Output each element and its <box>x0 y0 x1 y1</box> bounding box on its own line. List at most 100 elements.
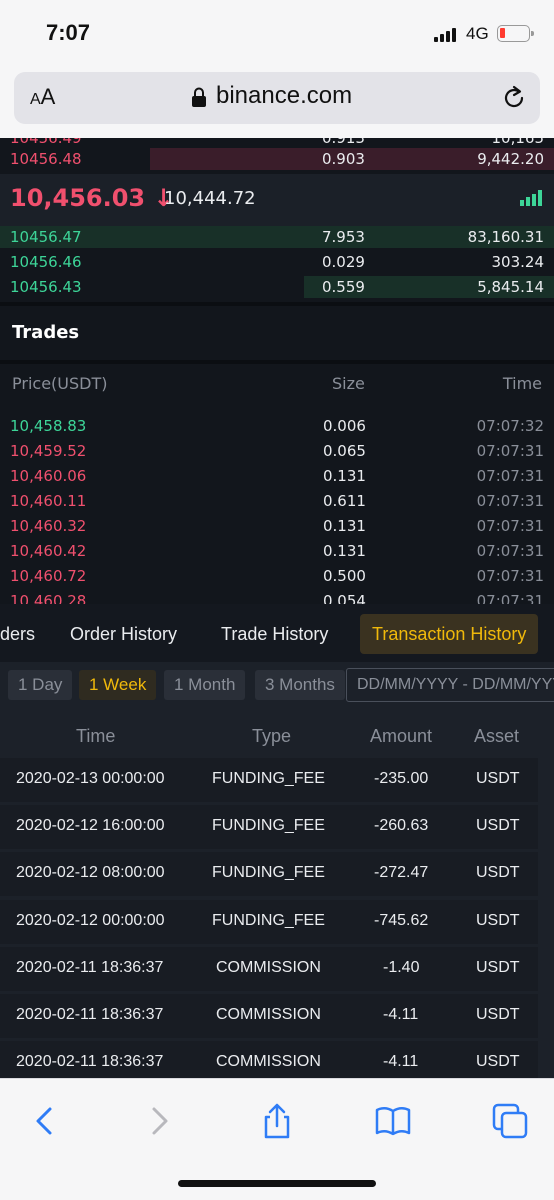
bid-size: 7.953 <box>322 228 365 246</box>
orderbook-ask-row[interactable]: 10456.48 0.903 9,442.20 <box>0 147 554 171</box>
table-row[interactable]: 2020-02-11 18:36:37 COMMISSION -1.40 USD… <box>0 947 538 991</box>
trade-row: 10,460.42 0.131 07:07:31 <box>0 542 554 567</box>
table-row[interactable]: 2020-02-12 00:00:00 FUNDING_FEE -745.62 … <box>0 900 538 944</box>
trade-size: 0.131 <box>323 517 366 535</box>
trade-price: 10,460.06 <box>10 467 87 485</box>
col-time: Time <box>76 726 116 746</box>
col-type: Type <box>252 726 292 746</box>
col-asset: Asset <box>474 726 520 746</box>
row-amount: -4.11 <box>383 1006 419 1023</box>
row-time: 2020-02-11 18:36:37 <box>16 959 164 976</box>
row-time: 2020-02-11 18:36:37 <box>16 1006 164 1023</box>
tab-transaction-history[interactable]: Transaction History <box>360 614 539 654</box>
row-amount: -235.00 <box>374 770 429 787</box>
share-icon[interactable] <box>257 1101 297 1141</box>
mark-price: 10,444.72 <box>164 188 256 209</box>
ask-size: 0.903 <box>322 150 365 168</box>
address-bar[interactable]: AA binance.com <box>14 72 540 124</box>
last-price-bar: 10,456.03 ↓ 10,444.72 <box>0 174 554 226</box>
signal-strength-icon <box>520 190 544 206</box>
trade-size: 0.065 <box>323 442 366 460</box>
history-panel: ders Order History Trade History Transac… <box>0 604 554 1078</box>
lock-icon <box>192 87 206 107</box>
tab-order-history[interactable]: Order History <box>58 614 189 654</box>
bookmarks-icon[interactable] <box>373 1101 413 1141</box>
ask-size: 0.913 <box>322 138 365 147</box>
row-type: COMMISSION <box>216 959 321 976</box>
range-1-month[interactable]: 1 Month <box>164 670 246 700</box>
trade-row: 10,460.32 0.131 07:07:31 <box>0 517 554 542</box>
row-type: FUNDING_FEE <box>212 864 325 881</box>
trade-time: 07:07:31 <box>476 542 544 560</box>
trade-size: 0.131 <box>323 542 366 560</box>
binance-app: 10456.49 0.913 10,165 10456.48 0.903 9,4… <box>0 138 554 1078</box>
col-price: Price(USDT) <box>12 374 108 393</box>
trade-size: 0.611 <box>323 492 366 510</box>
range-1-day[interactable]: 1 Day <box>8 670 73 700</box>
back-icon[interactable] <box>24 1101 64 1141</box>
orderbook-bid-row[interactable]: 10456.46 0.029 303.24 <box>0 250 554 274</box>
url-text[interactable]: binance.com <box>216 82 352 110</box>
tab-trade-history[interactable]: Trade History <box>209 614 340 654</box>
last-price: 10,456.03 ↓ <box>10 184 174 212</box>
row-type: COMMISSION <box>216 1006 321 1023</box>
trade-time: 07:07:31 <box>476 492 544 510</box>
table-row[interactable]: 2020-02-11 18:36:37 COMMISSION -4.11 USD… <box>0 994 538 1038</box>
trade-row: 10,460.06 0.131 07:07:31 <box>0 467 554 492</box>
trades-title: Trades <box>12 322 80 343</box>
range-3-months[interactable]: 3 Months <box>255 670 345 700</box>
trade-row: 10,460.72 0.500 07:07:31 <box>0 567 554 592</box>
status-bar: 7:07 4G <box>0 0 554 68</box>
history-table-header: Time Type Amount Asset <box>0 714 554 760</box>
bid-price: 10456.43 <box>10 278 82 296</box>
row-asset: USDT <box>476 959 520 976</box>
bid-size: 0.559 <box>322 278 365 296</box>
date-range-input[interactable]: DD/MM/YYYY - DD/MM/YYYY <box>346 668 554 702</box>
table-row[interactable]: 2020-02-12 16:00:00 FUNDING_FEE -260.63 … <box>0 805 538 849</box>
bid-size: 0.029 <box>322 253 365 271</box>
reload-icon[interactable] <box>500 84 528 112</box>
table-row[interactable]: 2020-02-13 00:00:00 FUNDING_FEE -235.00 … <box>0 758 538 802</box>
row-asset: USDT <box>476 864 520 881</box>
row-asset: USDT <box>476 1053 520 1070</box>
table-row[interactable]: 2020-02-12 08:00:00 FUNDING_FEE -272.47 … <box>0 852 538 896</box>
row-time: 2020-02-11 18:36:37 <box>16 1053 164 1070</box>
forward-icon[interactable] <box>140 1101 180 1141</box>
range-1-week[interactable]: 1 Week <box>79 670 157 700</box>
row-time: 2020-02-12 00:00:00 <box>16 912 165 929</box>
bid-price: 10456.46 <box>10 253 82 271</box>
trade-price: 10,458.83 <box>10 417 87 435</box>
row-asset: USDT <box>476 817 520 834</box>
trade-time: 07:07:32 <box>476 417 544 435</box>
col-size: Size <box>332 374 365 393</box>
row-amount: -260.63 <box>374 817 429 834</box>
trade-size: 0.006 <box>323 417 366 435</box>
text-size-button[interactable]: AA <box>30 84 55 110</box>
bid-total: 303.24 <box>491 253 545 271</box>
orderbook-bid-row[interactable]: 10456.43 0.559 5,845.14 <box>0 275 554 299</box>
row-type: FUNDING_FEE <box>212 770 325 787</box>
trade-size: 0.500 <box>323 567 366 585</box>
history-tabs: ders Order History Trade History Transac… <box>0 604 554 662</box>
range-filter: 1 Day 1 Week 1 Month 3 Months DD/MM/YYYY… <box>0 662 554 714</box>
trade-price: 10,460.11 <box>10 492 87 510</box>
signal-icon <box>434 28 458 42</box>
home-indicator <box>178 1180 376 1187</box>
row-time: 2020-02-13 00:00:00 <box>16 770 165 787</box>
orderbook-bid-row[interactable]: 10456.47 7.953 83,160.31 <box>0 225 554 249</box>
tab-open-orders[interactable]: ders <box>0 614 47 654</box>
row-type: FUNDING_FEE <box>212 817 325 834</box>
row-asset: USDT <box>476 1006 520 1023</box>
row-asset: USDT <box>476 770 520 787</box>
row-amount: -1.40 <box>383 959 420 976</box>
bid-price: 10456.47 <box>10 228 82 246</box>
ask-price: 10456.49 <box>10 138 82 147</box>
table-row[interactable]: 2020-02-11 18:36:37 COMMISSION -4.11 USD… <box>0 1041 538 1078</box>
trade-row: 10,459.52 0.065 07:07:31 <box>0 442 554 467</box>
trade-price: 10,460.32 <box>10 517 87 535</box>
row-amount: -272.47 <box>374 864 429 881</box>
trade-time: 07:07:31 <box>476 467 544 485</box>
tabs-icon[interactable] <box>490 1101 530 1141</box>
row-type: FUNDING_FEE <box>212 912 325 929</box>
status-time: 7:07 <box>46 20 91 45</box>
